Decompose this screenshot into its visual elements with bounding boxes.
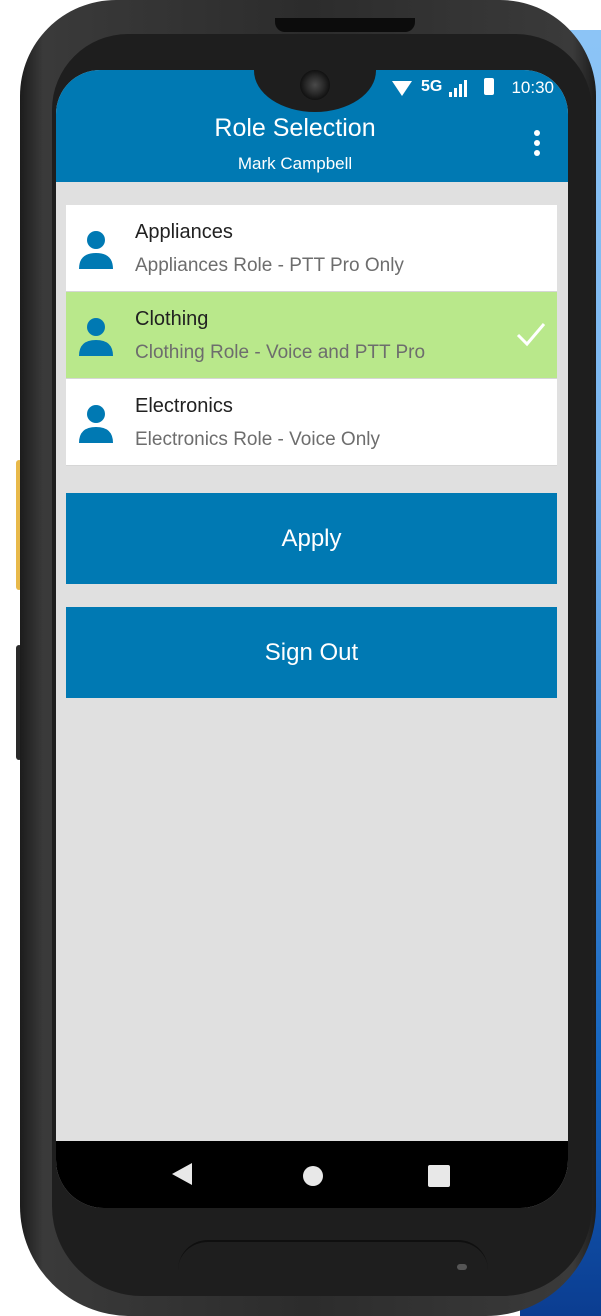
role-name: Appliances bbox=[135, 221, 233, 243]
sign-out-button[interactable]: Sign Out bbox=[66, 607, 557, 698]
bottom-chin bbox=[178, 1240, 488, 1280]
wifi-icon bbox=[392, 81, 412, 96]
role-list: Appliances Appliances Role - PTT Pro Onl… bbox=[66, 205, 557, 466]
battery-icon bbox=[484, 78, 494, 95]
person-icon bbox=[79, 405, 113, 443]
app-bar: 5G 10:30 Role Selection Mark Campbell bbox=[56, 70, 568, 182]
signal-icon bbox=[449, 80, 467, 97]
network-type: 5G bbox=[421, 78, 443, 95]
role-description: Electronics Role - Voice Only bbox=[135, 429, 380, 450]
recent-apps-icon[interactable] bbox=[428, 1165, 450, 1187]
check-icon bbox=[516, 323, 546, 347]
person-icon bbox=[79, 231, 113, 269]
screen: 5G 10:30 Role Selection Mark Campbell Ap… bbox=[56, 70, 568, 1208]
person-icon bbox=[79, 318, 113, 356]
role-description: Clothing Role - Voice and PTT Pro bbox=[135, 342, 426, 363]
role-item-appliances[interactable]: Appliances Appliances Role - PTT Pro Onl… bbox=[66, 205, 557, 292]
apply-button[interactable]: Apply bbox=[66, 493, 557, 584]
role-item-clothing[interactable]: Clothing Clothing Role - Voice and PTT P… bbox=[66, 292, 557, 379]
role-description: Appliances Role - PTT Pro Only bbox=[135, 255, 404, 276]
page-title: Role Selection bbox=[214, 114, 376, 142]
camera-icon bbox=[300, 70, 330, 100]
back-icon[interactable] bbox=[172, 1163, 192, 1185]
microphone bbox=[457, 1264, 467, 1270]
top-speaker bbox=[275, 18, 415, 32]
more-vert-icon[interactable] bbox=[527, 130, 547, 158]
status-time: 10:30 bbox=[511, 78, 554, 97]
role-name: Clothing bbox=[135, 308, 209, 330]
role-name: Electronics bbox=[135, 395, 233, 417]
user-name: Mark Campbell bbox=[237, 154, 353, 173]
role-item-electronics[interactable]: Electronics Electronics Role - Voice Onl… bbox=[66, 379, 557, 466]
home-icon[interactable] bbox=[303, 1166, 323, 1186]
navigation-bar bbox=[56, 1141, 568, 1208]
